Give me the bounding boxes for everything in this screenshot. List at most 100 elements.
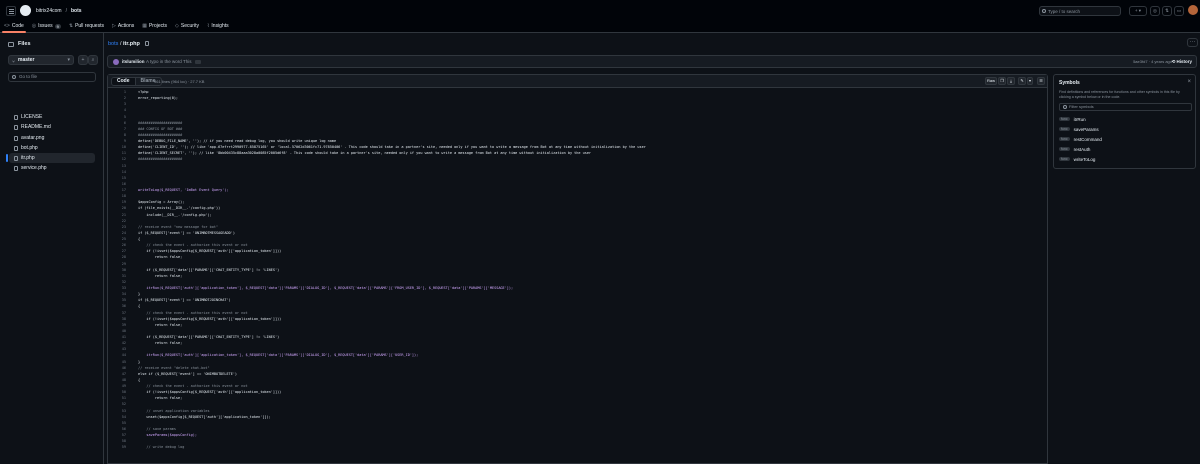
- tab-label: Actions: [117, 23, 135, 29]
- branch-name: master: [18, 57, 35, 63]
- branch-selector[interactable]: ⑂ master ▾: [8, 55, 74, 65]
- file-icon: [14, 156, 18, 162]
- history-button[interactable]: ⟲ History: [1171, 59, 1192, 65]
- tab-actions[interactable]: ▷ Actions: [108, 19, 138, 33]
- file-item[interactable]: service.php: [9, 163, 95, 173]
- pull-request-icon: ⇅: [68, 23, 74, 29]
- symbol-item[interactable]: func restAuth: [1059, 144, 1192, 154]
- shield-icon: ◇: [175, 23, 179, 29]
- breadcrumb-separator: /: [119, 41, 122, 47]
- tab-projects[interactable]: ▦ Projects: [138, 19, 171, 33]
- symbol-item[interactable]: func saveParams: [1059, 124, 1192, 134]
- file-icon: [14, 115, 18, 120]
- owner-link[interactable]: bitrix24com: [36, 8, 62, 14]
- code-view-tab[interactable]: Code: [112, 78, 136, 85]
- copy-raw-icon[interactable]: ❐: [998, 77, 1006, 85]
- graph-icon: ⌇: [206, 23, 210, 29]
- line-number[interactable]: 59: [108, 444, 126, 450]
- issues-icon[interactable]: ◎: [1150, 6, 1160, 16]
- file-breadcrumb: bots / itr.php: [108, 41, 150, 47]
- symbol-kind-badge: func: [1059, 127, 1070, 131]
- file-name: itr.php: [21, 155, 35, 162]
- tab-code[interactable]: <> Code: [0, 19, 28, 33]
- inbox-icon[interactable]: ▭: [1174, 6, 1184, 16]
- symbol-name: restCommand: [1073, 136, 1102, 142]
- tab-pull-requests[interactable]: ⇅ Pull requests: [65, 19, 108, 33]
- raw-button[interactable]: Raw: [985, 77, 997, 85]
- pull-requests-icon[interactable]: ⇅: [1162, 6, 1172, 16]
- file-item[interactable]: LICENSE: [9, 112, 95, 122]
- symbol-kind-badge: func: [1059, 137, 1070, 141]
- commit-message[interactable]: A typo in the word This: [146, 59, 191, 64]
- history-label: History: [1176, 59, 1192, 64]
- tab-label: Issues: [38, 23, 53, 29]
- symbol-kind-badge: func: [1059, 117, 1070, 121]
- filter-symbols-input[interactable]: Filter symbols: [1059, 103, 1192, 111]
- file-list: LICENSE README.md avatar.png bot.php itr…: [6, 112, 95, 174]
- play-icon: ▷: [111, 23, 116, 29]
- symbol-kind-badge: func: [1059, 147, 1070, 151]
- tab-label: Pull requests: [75, 23, 104, 29]
- search-files-button[interactable]: ⌕: [88, 55, 98, 65]
- commit-author-avatar[interactable]: [113, 59, 119, 65]
- tab-label: Code: [11, 23, 24, 29]
- file-item-selected[interactable]: itr.php: [6, 153, 95, 164]
- tab-issues[interactable]: ◎ Issues 9: [28, 19, 65, 33]
- files-title-label: Files: [18, 41, 31, 47]
- line-text: // write debug log: [138, 445, 185, 450]
- issue-icon: ◎: [31, 23, 37, 29]
- more-options-icon[interactable]: ···: [1187, 38, 1198, 47]
- create-new-button[interactable]: + ▾: [1129, 6, 1147, 16]
- commit-author[interactable]: itslumilion: [122, 59, 145, 64]
- symbol-item[interactable]: func restCommand: [1059, 134, 1192, 144]
- github-logo-icon[interactable]: [20, 5, 31, 16]
- search-icon: [1042, 9, 1046, 13]
- repo-link[interactable]: bots: [71, 8, 82, 14]
- symbol-name: itrRun: [1073, 116, 1086, 122]
- tab-label: Projects: [148, 23, 168, 29]
- symbols-title: Symbols: [1059, 80, 1080, 86]
- download-icon[interactable]: ⤓: [1007, 77, 1015, 85]
- symbol-item[interactable]: func itrRun: [1059, 114, 1192, 124]
- file-tree-sidebar: Files ⑂ master ▾ + ⌕ Go to file LICENSE RE…: [0, 33, 104, 464]
- filter-icon: [1063, 105, 1067, 109]
- symbol-item[interactable]: func writeToLog: [1059, 154, 1192, 164]
- breadcrumb-repo-link[interactable]: bots: [108, 41, 118, 47]
- code-viewer: Code Blame 961 lines (964 loc) · 27.7 KB…: [107, 74, 1048, 464]
- file-name: service.php: [21, 165, 47, 172]
- add-file-button[interactable]: +: [78, 55, 88, 65]
- symbols-panel: Symbols × Find definitions and reference…: [1053, 74, 1196, 169]
- commit-sha[interactable]: 5ae3fd7 · 4 years ago: [1133, 59, 1172, 64]
- latest-commit-bar: itslumilion A typo in the word This 5ae3…: [107, 55, 1197, 68]
- table-icon: ▦: [142, 23, 147, 29]
- code-toolbar: Code Blame 961 lines (964 loc) · 27.7 KB…: [108, 75, 1047, 88]
- file-name: LICENSE: [21, 114, 43, 120]
- expand-commit-icon[interactable]: [195, 60, 201, 64]
- repo-breadcrumb: bitrix24com / bots: [36, 8, 82, 14]
- chevron-down-icon[interactable]: ▾: [1027, 77, 1033, 85]
- symbol-name: saveParams: [1073, 126, 1099, 132]
- sidebar-toggle-icon[interactable]: [8, 41, 14, 47]
- file-item[interactable]: README.md: [9, 122, 95, 132]
- file-item[interactable]: bot.php: [9, 143, 95, 153]
- search-input[interactable]: Type / to search: [1039, 6, 1121, 16]
- close-icon[interactable]: ×: [1187, 79, 1191, 85]
- file-icon: [14, 145, 18, 151]
- copy-path-icon[interactable]: [145, 41, 150, 47]
- file-icon: [14, 135, 18, 141]
- tab-insights[interactable]: ⌇ Insights: [203, 19, 233, 33]
- code-line: 59 // write debug log: [108, 444, 1047, 450]
- search-icon: [12, 75, 16, 79]
- go-to-file-input[interactable]: Go to file: [8, 72, 96, 82]
- branch-icon: ⑂: [12, 59, 16, 65]
- edit-icon[interactable]: ✎: [1018, 77, 1026, 85]
- symbol-name: restAuth: [1073, 146, 1091, 152]
- menu-icon[interactable]: [6, 6, 16, 16]
- symbols-panel-icon[interactable]: ☰: [1037, 77, 1045, 85]
- file-icon: [14, 125, 18, 131]
- tab-security[interactable]: ◇ Security: [171, 19, 203, 33]
- tab-label: Insights: [211, 23, 229, 29]
- user-avatar[interactable]: [1188, 5, 1198, 15]
- file-item[interactable]: avatar.png: [9, 133, 95, 143]
- chevron-down-icon: ▾: [67, 57, 70, 63]
